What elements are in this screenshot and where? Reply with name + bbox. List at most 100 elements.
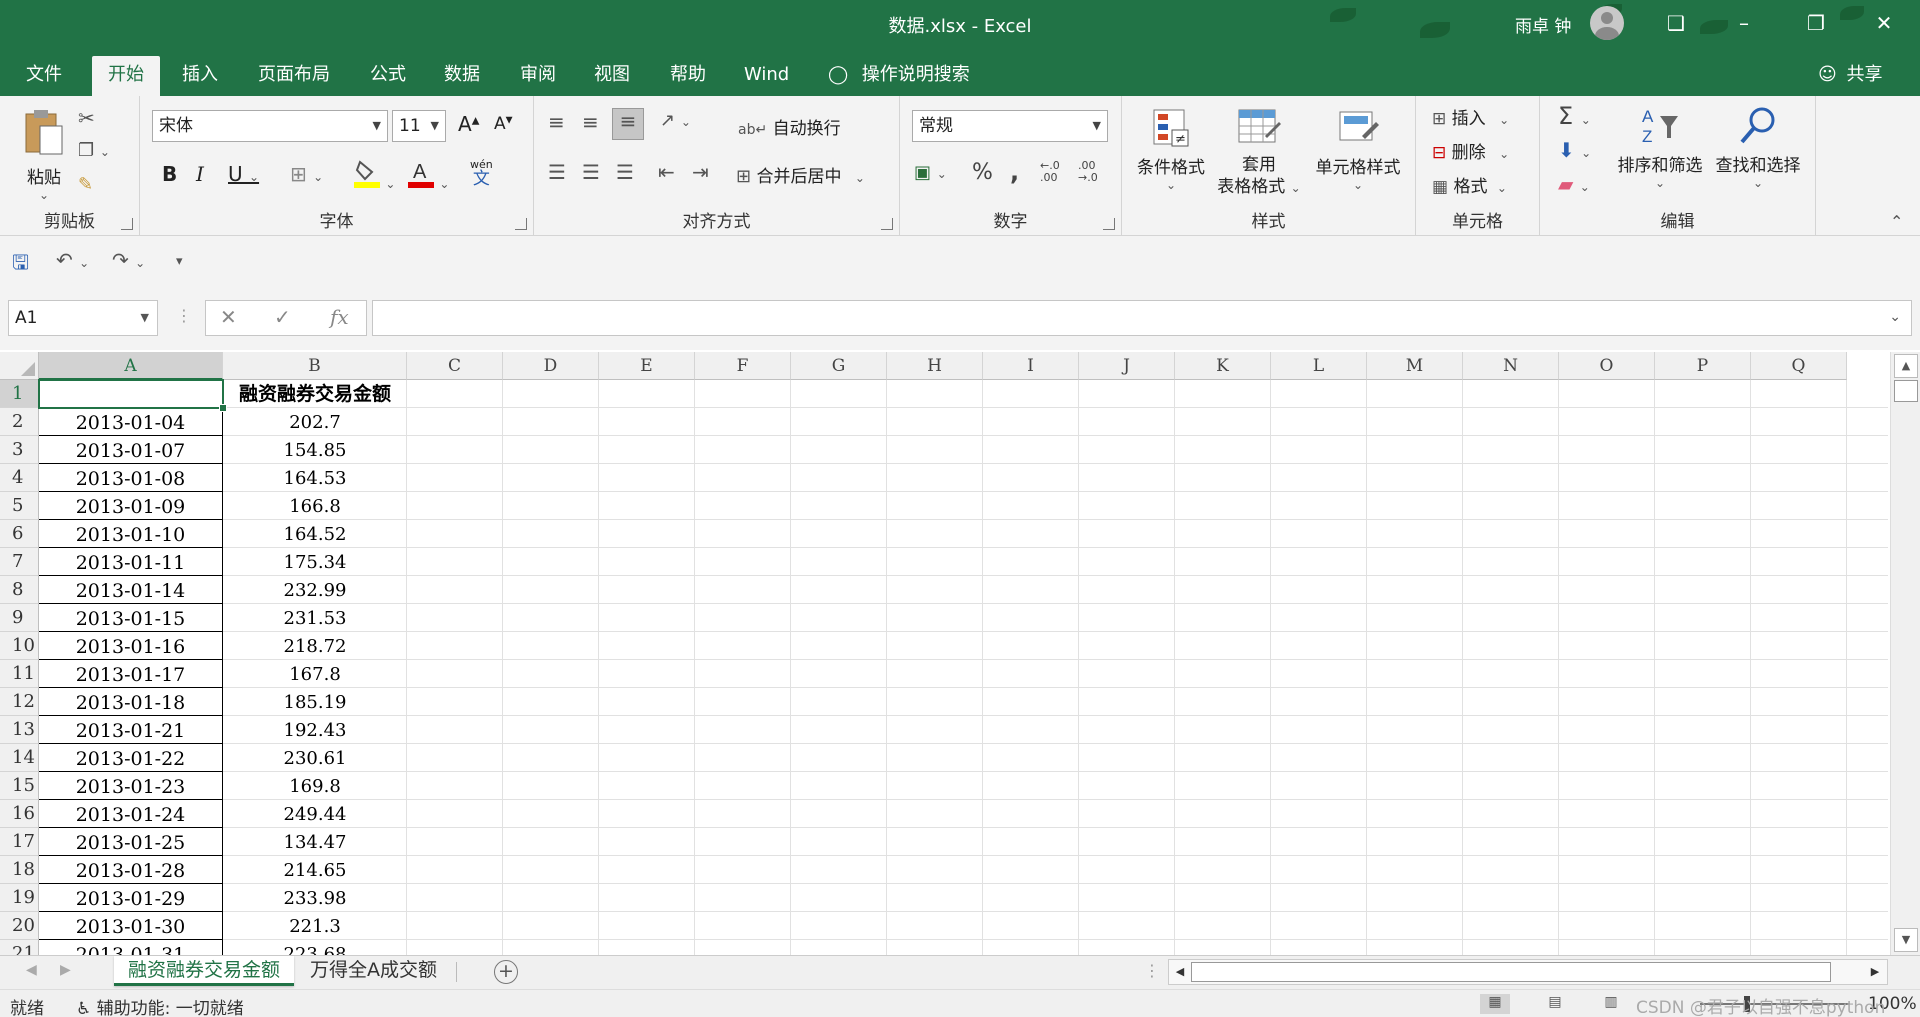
cell-date[interactable]: 2013-01-21	[39, 716, 223, 744]
row-header-9[interactable]: 9	[0, 604, 39, 632]
cell-date[interactable]: 2013-01-09	[39, 492, 223, 520]
align-left-icon[interactable]: ☰	[548, 160, 566, 184]
insert-cells-button[interactable]: ⊞ 插入 ⌄	[1432, 104, 1509, 129]
merge-center-button[interactable]: ⊞ 合并后居中 ⌄	[736, 162, 865, 187]
cell-amount[interactable]: 185.19	[223, 688, 407, 716]
row-header-11[interactable]: 11	[0, 660, 39, 688]
expand-formula-bar-icon[interactable]: ⌄	[1889, 309, 1901, 325]
fill-down-icon[interactable]: ⬇ ⌄	[1558, 138, 1591, 162]
row-header-21[interactable]: 21	[0, 940, 39, 955]
scroll-right-arrow-icon[interactable]: ▶	[1865, 962, 1885, 982]
cell-amount[interactable]: 167.8	[223, 660, 407, 688]
cell-date[interactable]: 2013-01-28	[39, 856, 223, 884]
alignment-launcher-icon[interactable]	[881, 218, 893, 230]
scroll-down-arrow-icon[interactable]: ▼	[1894, 928, 1918, 952]
font-name-combo[interactable]: 宋体 ▼	[152, 110, 388, 142]
clear-eraser-icon[interactable]: ▰ ⌄	[1558, 172, 1590, 196]
row-header-4[interactable]: 4	[0, 464, 39, 492]
cell-amount[interactable]: 233.98	[223, 884, 407, 912]
horizontal-scroll-thumb[interactable]	[1191, 962, 1831, 982]
format-cells-button[interactable]: ▦ 格式 ⌄	[1432, 172, 1507, 197]
select-all-button[interactable]	[0, 352, 39, 380]
column-header-J[interactable]: J	[1079, 352, 1175, 380]
name-box[interactable]: A1 ▼	[8, 300, 158, 336]
cell-date[interactable]: 2013-01-31	[39, 940, 223, 955]
align-bottom-icon[interactable]: ≡	[612, 108, 644, 140]
row-header-16[interactable]: 16	[0, 800, 39, 828]
cell-date[interactable]: 2013-01-30	[39, 912, 223, 940]
increase-font-size-icon[interactable]: A▲	[458, 112, 479, 136]
decrease-indent-icon[interactable]: ⇤	[658, 160, 675, 184]
cell-date[interactable]: 2013-01-18	[39, 688, 223, 716]
minimize-button[interactable]: –	[1724, 6, 1764, 40]
fill-color-button[interactable]: ⌄	[354, 158, 395, 193]
customize-toolbar-icon[interactable]: ▾	[176, 254, 183, 269]
page-layout-view-icon[interactable]: ▤	[1540, 994, 1570, 1014]
scroll-left-arrow-icon[interactable]: ◀	[1170, 962, 1190, 982]
confirm-entry-icon[interactable]: ✓	[274, 305, 291, 329]
accounting-format-icon[interactable]: ▣ ⌄	[914, 162, 947, 183]
format-as-table-button[interactable]: 套用 表格格式 ⌄	[1214, 106, 1304, 199]
cell-amount[interactable]: 214.65	[223, 856, 407, 884]
column-header-M[interactable]: M	[1367, 352, 1463, 380]
tab-file[interactable]: 文件	[10, 56, 78, 96]
tab-view[interactable]: 视图	[578, 56, 646, 96]
cell-date[interactable]: 2013-01-16	[39, 632, 223, 660]
normal-view-icon[interactable]: ▦	[1480, 994, 1510, 1014]
percent-style-icon[interactable]: %	[972, 160, 993, 185]
cell-date[interactable]: 2013-01-14	[39, 576, 223, 604]
conditional-formatting-button[interactable]: ≠ 条件格式 ⌄	[1134, 106, 1208, 192]
accessibility-status[interactable]: ♿ 辅助功能: 一切就绪	[76, 994, 244, 1017]
ribbon-display-options-icon[interactable]: ❑	[1656, 6, 1696, 40]
underline-button[interactable]: U ⌄	[228, 162, 259, 186]
column-header-F[interactable]: F	[695, 352, 791, 380]
tab-home[interactable]: 开始	[92, 56, 160, 96]
increase-decimal-icon[interactable]: ←.0.00	[1040, 160, 1060, 184]
sheet-tab-margin-trading[interactable]: 融资融券交易金额	[114, 956, 295, 986]
cancel-entry-icon[interactable]: ✕	[220, 305, 237, 329]
align-center-icon[interactable]: ☰	[582, 160, 600, 184]
row-header-3[interactable]: 3	[0, 436, 39, 464]
row-header-1[interactable]: 1	[0, 380, 39, 408]
user-avatar[interactable]	[1590, 6, 1624, 40]
cell-date[interactable]: 2013-01-22	[39, 744, 223, 772]
close-button[interactable]: ✕	[1864, 6, 1904, 40]
page-break-view-icon[interactable]: ▥	[1596, 994, 1626, 1014]
row-header-13[interactable]: 13	[0, 716, 39, 744]
column-header-Q[interactable]: Q	[1751, 352, 1847, 380]
restore-button[interactable]: ❐	[1796, 6, 1836, 40]
tab-help[interactable]: 帮助	[654, 56, 722, 96]
tab-insert[interactable]: 插入	[166, 56, 234, 96]
row-header-17[interactable]: 17	[0, 828, 39, 856]
cell-amount[interactable]: 169.8	[223, 772, 407, 800]
cell-amount[interactable]: 175.34	[223, 548, 407, 576]
cell-date[interactable]: 2013-01-07	[39, 436, 223, 464]
number-launcher-icon[interactable]	[1103, 218, 1115, 230]
cell-date[interactable]: 2013-01-23	[39, 772, 223, 800]
copy-icon[interactable]: ❐ ⌄	[78, 140, 110, 161]
horizontal-scrollbar[interactable]: ◀ ▶	[1168, 959, 1888, 985]
column-header-L[interactable]: L	[1271, 352, 1367, 380]
cell-amount[interactable]: 154.85	[223, 436, 407, 464]
increase-indent-icon[interactable]: ⇥	[692, 160, 709, 184]
cell-styles-button[interactable]: 单元格样式 ⌄	[1308, 106, 1408, 192]
sheet-tab-wind-a-turnover[interactable]: 万得全A成交额	[296, 956, 451, 986]
find-select-button[interactable]: 查找和选择 ⌄	[1708, 104, 1808, 190]
number-format-combo[interactable]: 常规 ▼	[912, 110, 1108, 142]
column-header-K[interactable]: K	[1175, 352, 1271, 380]
tab-page-layout[interactable]: 页面布局	[242, 56, 346, 96]
cell-amount[interactable]: 221.3	[223, 912, 407, 940]
cell-date[interactable]: 2013-01-11	[39, 548, 223, 576]
column-header-I[interactable]: I	[983, 352, 1079, 380]
cell-amount[interactable]: 202.7	[223, 408, 407, 436]
row-header-7[interactable]: 7	[0, 548, 39, 576]
decrease-decimal-icon[interactable]: .00 →.0	[1078, 160, 1098, 184]
column-header-C[interactable]: C	[407, 352, 503, 380]
font-size-combo[interactable]: 11 ▼	[392, 110, 446, 142]
cell-date[interactable]: 2013-01-04	[39, 408, 223, 436]
tab-wind[interactable]: Wind	[728, 56, 805, 96]
sort-filter-button[interactable]: A Z 排序和筛选 ⌄	[1612, 104, 1708, 190]
italic-button[interactable]: I	[196, 162, 204, 186]
worksheet-grid[interactable]: ABCDEFGHIJKLMNOPQ 1 2 3 4 5 6 7 8 9 10 11 12 13 14 15 1…	[0, 352, 1888, 955]
cell-amount[interactable]: 249.44	[223, 800, 407, 828]
